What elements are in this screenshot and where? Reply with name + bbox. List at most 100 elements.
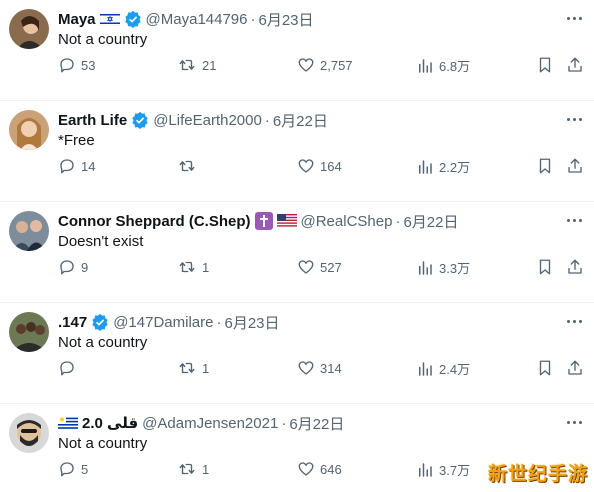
more-options-icon[interactable] [564, 315, 584, 327]
like-count: 527 [320, 259, 342, 275]
like-button[interactable]: 646 [297, 460, 342, 478]
view-count: 3.3万 [439, 261, 471, 276]
display-name[interactable]: .147 [58, 314, 87, 331]
reply-button[interactable]: 9 [58, 258, 88, 276]
user-handle[interactable]: @147Damilare [113, 314, 213, 331]
retweet-button[interactable]: 1 [177, 258, 209, 276]
uruguay-flag-icon [58, 416, 78, 430]
watermark-logo: 新世纪手游 [487, 464, 588, 485]
user-handle[interactable]: @AdamJensen2021 [142, 415, 278, 432]
more-options-icon[interactable] [564, 12, 584, 24]
tweet-actions: 53 21 2,757 6.8万 [58, 56, 584, 76]
avatar[interactable] [9, 211, 49, 251]
display-name[interactable]: قلى 2.0 [82, 414, 138, 432]
tweet-text: *Free [58, 132, 95, 149]
tweet[interactable]: Maya @Maya144796 · 6月23日 Not a country 5… [0, 0, 594, 101]
tweet-date[interactable]: 6月22日 [289, 413, 344, 434]
display-name[interactable]: Maya [58, 11, 96, 28]
share-icon [568, 57, 582, 72]
views-chart-icon [419, 462, 432, 477]
views-button[interactable]: 6.8万 [416, 56, 470, 75]
share-button[interactable] [566, 359, 584, 377]
retweet-button[interactable]: 1 [177, 460, 209, 478]
tweet-text: Not a country [58, 435, 148, 452]
heart-icon [298, 260, 314, 274]
reply-button[interactable]: 53 [58, 56, 95, 74]
retweet-count: 1 [202, 259, 210, 275]
heart-icon [298, 159, 314, 173]
tweet[interactable]: .147 @147Damilare · 6月23日 Not a country … [0, 303, 594, 404]
reply-button[interactable]: 5 [58, 460, 88, 478]
display-name[interactable]: Connor Sheppard (C.Shep) [58, 213, 251, 230]
tweet-date[interactable]: 6月22日 [403, 211, 458, 232]
like-button[interactable]: 527 [297, 258, 342, 276]
user-handle[interactable]: @RealCShep [301, 213, 393, 230]
bookmark-button[interactable] [536, 258, 554, 276]
views-chart-icon [419, 260, 432, 275]
retweet-button[interactable] [177, 157, 202, 175]
retweet-icon [179, 59, 195, 71]
reply-icon [60, 260, 74, 275]
share-button[interactable] [566, 157, 584, 175]
like-count: 164 [320, 158, 342, 174]
bookmark-button[interactable] [536, 157, 554, 175]
views-chart-icon [419, 159, 432, 174]
views-button[interactable]: 3.3万 [416, 258, 470, 277]
like-button[interactable]: 314 [297, 359, 342, 377]
avatar[interactable] [9, 110, 49, 150]
more-options-icon[interactable] [564, 214, 584, 226]
retweet-button[interactable]: 1 [177, 359, 209, 377]
views-chart-icon [419, 361, 432, 376]
verified-badge-icon[interactable] [91, 313, 109, 331]
separator-dot: · [281, 414, 287, 432]
more-options-icon[interactable] [564, 113, 584, 125]
views-button[interactable]: 3.7万 [416, 460, 470, 479]
retweet-button[interactable]: 21 [177, 56, 216, 74]
reply-count: 9 [81, 259, 89, 275]
tweet-text: Not a country [58, 31, 148, 48]
separator-dot: · [250, 10, 256, 28]
heart-icon [298, 361, 314, 375]
display-name[interactable]: Earth Life [58, 112, 127, 129]
tweet-date[interactable]: 6月23日 [224, 312, 279, 333]
avatar[interactable] [9, 312, 49, 352]
like-button[interactable]: 164 [297, 157, 342, 175]
tweet-date[interactable]: 6月22日 [273, 110, 328, 131]
share-button[interactable] [566, 56, 584, 74]
bookmark-button[interactable] [536, 56, 554, 74]
share-button[interactable] [566, 258, 584, 276]
retweet-count: 1 [202, 360, 210, 376]
retweet-count: 1 [202, 461, 210, 477]
tweet[interactable]: Earth Life @LifeEarth2000 · 6月22日 *Free … [0, 101, 594, 202]
views-chart-icon [419, 58, 432, 73]
like-button[interactable]: 2,757 [297, 56, 353, 74]
more-options-icon[interactable] [564, 416, 584, 428]
tweet-date[interactable]: 6月23日 [259, 9, 314, 30]
view-count: 3.7万 [439, 463, 471, 478]
views-button[interactable]: 2.2万 [416, 157, 470, 176]
retweet-icon [179, 362, 195, 374]
verified-badge-icon[interactable] [131, 111, 149, 129]
tweet-text: Doesn't exist [58, 233, 144, 250]
verified-badge-icon[interactable] [124, 10, 142, 28]
tweet[interactable]: Connor Sheppard (C.Shep) @RealCShep · 6月… [0, 202, 594, 303]
us-flag-icon [276, 214, 297, 228]
israel-flag-icon [99, 12, 120, 26]
bookmark-button[interactable] [536, 359, 554, 377]
tweet-actions: 14 164 2.2万 [58, 157, 584, 177]
user-handle[interactable]: @Maya144796 [146, 11, 248, 28]
reply-icon [60, 462, 74, 477]
avatar[interactable] [9, 9, 49, 49]
reply-icon [60, 58, 74, 73]
reply-count: 14 [81, 158, 96, 174]
view-count: 2.2万 [439, 160, 471, 175]
view-count: 6.8万 [439, 59, 471, 74]
avatar[interactable] [9, 413, 49, 453]
reply-icon [60, 159, 74, 174]
bookmark-icon [539, 158, 551, 174]
separator-dot: · [216, 313, 222, 331]
views-button[interactable]: 2.4万 [416, 359, 470, 378]
user-handle[interactable]: @LifeEarth2000 [153, 112, 262, 129]
reply-button[interactable] [58, 359, 81, 377]
reply-button[interactable]: 14 [58, 157, 95, 175]
